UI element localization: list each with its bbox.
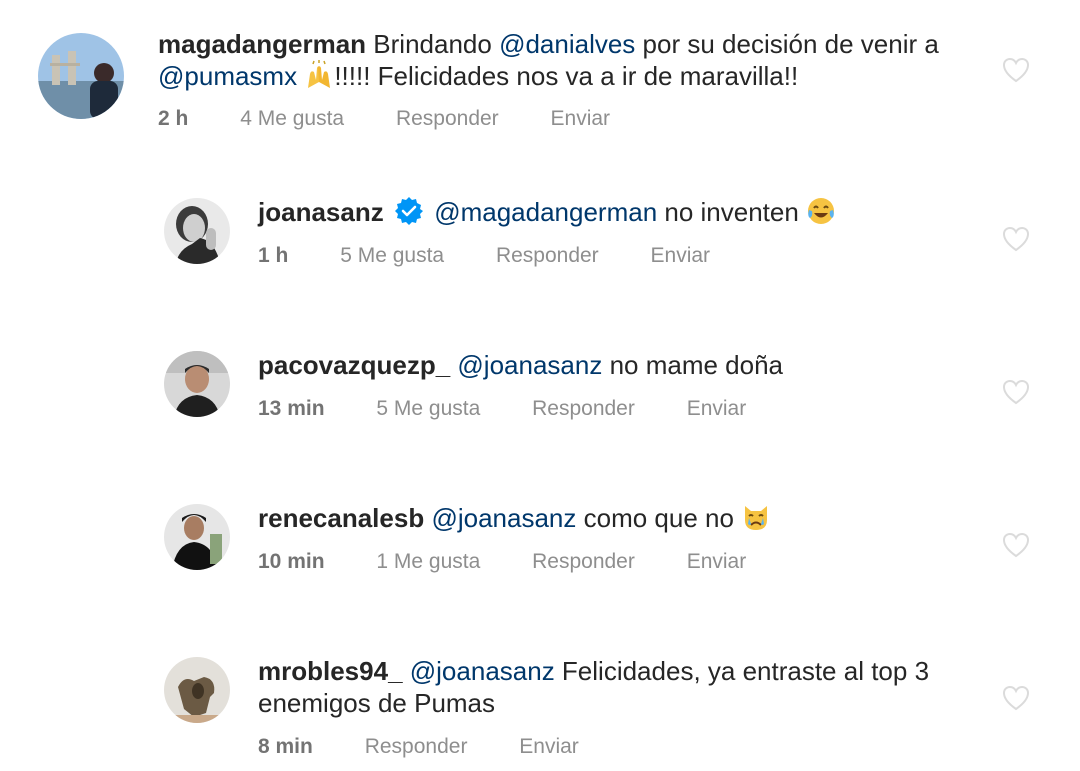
heart-icon[interactable] [1002, 532, 1030, 558]
send-button[interactable]: Enviar [519, 734, 579, 760]
comment-text: joanasanz @magadangerman no inventen [258, 196, 988, 228]
heart-icon[interactable] [1002, 226, 1030, 252]
avatar-image [164, 504, 230, 570]
avatar-pacovazquezp[interactable] [164, 351, 230, 417]
avatar-magadangerman[interactable] [38, 33, 124, 119]
comment-meta: 10 min 1 Me gusta Responder Enviar [258, 549, 746, 575]
verified-badge-icon [394, 196, 424, 226]
mention-link[interactable]: @joanasanz [410, 656, 555, 686]
username[interactable]: magadangerman [158, 29, 366, 59]
reply-button[interactable]: Responder [532, 549, 635, 575]
heart-icon[interactable] [1002, 685, 1030, 711]
comment-text: magadangerman Brindando @danialves por s… [158, 28, 988, 92]
comment-text-part: !!!!! Felicidades nos va a ir de maravil… [334, 61, 799, 91]
likes-count[interactable]: 4 Me gusta [240, 106, 344, 132]
send-button[interactable]: Enviar [687, 549, 747, 575]
comment-meta: 2 h 4 Me gusta Responder Enviar [158, 106, 610, 132]
timestamp: 8 min [258, 735, 313, 758]
comment-text-part: no inventen [657, 197, 807, 227]
heart-icon[interactable] [1002, 379, 1030, 405]
likes-count[interactable]: 5 Me gusta [376, 396, 480, 422]
mention-link[interactable]: @danialves [499, 29, 635, 59]
comment-meta: 1 h 5 Me gusta Responder Enviar [258, 243, 710, 269]
comment-text: mrobles94_ @joanasanz Felicidades, ya en… [258, 655, 988, 719]
comment-mrobles94: mrobles94_ @joanasanz Felicidades, ya en… [0, 619, 1080, 771]
avatar-image [164, 657, 230, 723]
send-button[interactable]: Enviar [551, 106, 611, 132]
comment-text: pacovazquezp_ @joanasanz no mame doña [258, 349, 988, 381]
avatar-mrobles94[interactable] [164, 657, 230, 723]
reply-button[interactable]: Responder [496, 243, 599, 269]
heart-icon[interactable] [1002, 57, 1030, 83]
comment-text-part: no mame doña [602, 350, 784, 380]
timestamp: 13 min [258, 397, 325, 420]
avatar-renecanalesb[interactable] [164, 504, 230, 570]
comment-meta: 8 min Responder Enviar [258, 734, 579, 760]
reply-button[interactable]: Responder [532, 396, 635, 422]
mention-link[interactable]: @magadangerman [434, 197, 657, 227]
comment-meta: 13 min 5 Me gusta Responder Enviar [258, 396, 746, 422]
mention-link[interactable]: @pumasmx [158, 61, 297, 91]
username[interactable]: pacovazquezp_ [258, 350, 450, 380]
reply-button[interactable]: Responder [396, 106, 499, 132]
timestamp: 1 h [258, 244, 289, 267]
timestamp: 10 min [258, 550, 325, 573]
crying-cat-emoji [741, 502, 771, 532]
username[interactable]: renecanalesb [258, 503, 424, 533]
comment-text-part: por su decisión de venir a [635, 29, 939, 59]
avatar-joanasanz[interactable] [164, 198, 230, 264]
comment-joanasanz: joanasanz @magadangerman no inventen 1 h… [0, 160, 1080, 310]
likes-count[interactable]: 1 Me gusta [376, 549, 480, 575]
avatar-image [38, 33, 124, 119]
comment-text-part: como que no [576, 503, 742, 533]
timestamp: 2 h [158, 107, 189, 130]
avatar-image [164, 198, 230, 264]
comment-magadangerman: magadangerman Brindando @danialves por s… [0, 0, 1080, 150]
raising-hands-emoji [304, 60, 334, 90]
comment-text-part: enemigos de Pumas [258, 688, 496, 718]
send-button[interactable]: Enviar [687, 396, 747, 422]
mention-link[interactable]: @joanasanz [457, 350, 602, 380]
reply-button[interactable]: Responder [365, 734, 468, 760]
comment-text-part: Brindando [366, 29, 500, 59]
likes-count[interactable]: 5 Me gusta [340, 243, 444, 269]
comment-pacovazquezp: pacovazquezp_ @joanasanz no mame doña 13… [0, 313, 1080, 463]
username[interactable]: mrobles94_ [258, 656, 403, 686]
username[interactable]: joanasanz [258, 197, 384, 227]
tears-of-joy-emoji [806, 196, 836, 226]
mention-link[interactable]: @joanasanz [431, 503, 576, 533]
send-button[interactable]: Enviar [651, 243, 711, 269]
comment-text-part: Felicidades, ya entraste al top 3 [554, 656, 930, 686]
comment-text: renecanalesb @joanasanz como que no [258, 502, 988, 534]
comment-renecanalesb: renecanalesb @joanasanz como que no 10 m… [0, 466, 1080, 616]
avatar-image [164, 351, 230, 417]
